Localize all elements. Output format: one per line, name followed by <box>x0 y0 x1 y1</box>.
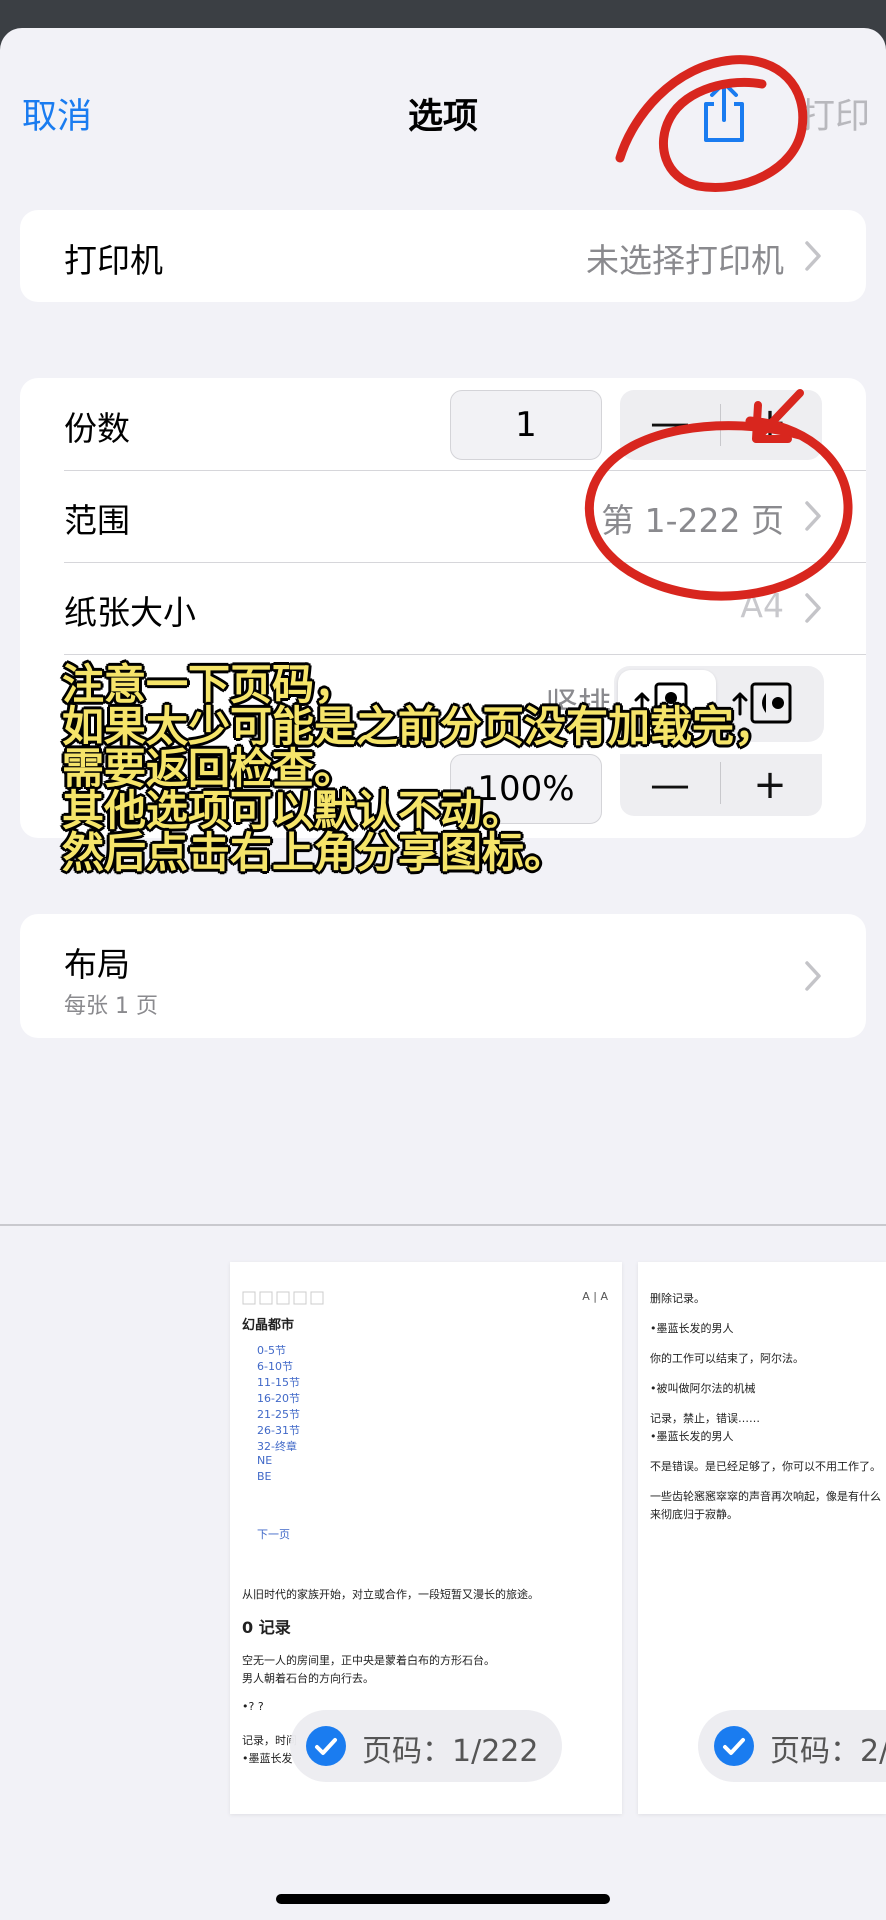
body-text: 来彻底归于寂静。 <box>650 1508 738 1521</box>
printer-label: 打印机 <box>64 241 163 280</box>
page-number-badge[interactable]: 页码：1/222 <box>290 1710 562 1782</box>
instruction-line: 需要返回检查。 <box>62 744 357 793</box>
checkmark-icon <box>306 1726 346 1766</box>
body-text: 删除记录。 <box>650 1292 705 1305</box>
preview-page-2[interactable]: 删除记录。 •墨蓝长发的男人 你的工作可以结束了，阿尔法。 •被叫做阿尔法的机械… <box>638 1262 886 1814</box>
chevron-right-icon <box>805 241 821 271</box>
printer-row[interactable]: 打印机 未选择打印机 <box>20 210 866 302</box>
annotation-circle-range <box>584 389 853 601</box>
instruction-line: 然后点击右上角分享图标。 <box>62 828 567 877</box>
instruction-line: 如果太少可能是之前分页没有加载完， <box>62 702 777 751</box>
layout-sublabel: 每张 1 页 <box>64 994 158 1019</box>
toc-item: NE <box>257 1454 273 1467</box>
layout-card[interactable]: 布局 每张 1 页 <box>20 914 866 1038</box>
toc-item: 21-25节 <box>257 1408 300 1421</box>
book-title: 幻晶都市 <box>242 1318 295 1333</box>
page-number-badge[interactable]: 页码：2/ <box>698 1710 886 1782</box>
toc-item: 32-终章 <box>257 1440 297 1453</box>
toc-item: 6-10节 <box>257 1360 293 1373</box>
body-text: 不是错误。是已经足够了，你可以不用工作了。 <box>650 1460 881 1473</box>
instruction-overlay: 注意一下页码， 如果太少可能是之前分页没有加载完， 需要返回检查。 其他选项可以… <box>62 664 776 874</box>
printer-value: 未选择打印机 <box>586 241 784 280</box>
preview-page-1[interactable]: A | A 幻晶都市 0-5节 6-10节 11-15节 16-20节 21-2… <box>230 1262 622 1814</box>
home-indicator[interactable] <box>276 1894 610 1904</box>
toc-item: 26-31节 <box>257 1424 300 1437</box>
next-page-link: 下一页 <box>257 1528 290 1541</box>
intro-text: 从旧时代的家族开始，对立或合作，一段短暂又漫长的旅途。 <box>242 1588 539 1601</box>
instruction-line: 其他选项可以默认不动。 <box>62 786 525 835</box>
page-number-label: 页码：2/ <box>770 1734 886 1769</box>
preview-divider <box>0 1224 886 1226</box>
body-text: 你的工作可以结束了，阿尔法。 <box>650 1352 804 1365</box>
body-text: 空无一人的房间里，正中央是蒙着白布的方形石台。 <box>242 1654 495 1667</box>
body-text: •墨蓝长发的男人 <box>650 1322 734 1335</box>
font-size-control: A | A <box>582 1290 608 1303</box>
body-text: 记录，时间 <box>242 1734 297 1747</box>
paper-size-label: 纸张大小 <box>64 593 196 632</box>
printer-card[interactable]: 打印机 未选择打印机 <box>20 210 866 302</box>
instruction-line: 注意一下页码， <box>62 660 357 709</box>
body-text: •被叫做阿尔法的机械 <box>650 1382 756 1395</box>
copies-label: 份数 <box>64 409 130 448</box>
checkmark-icon <box>714 1726 754 1766</box>
chevron-right-icon <box>805 961 821 991</box>
range-label: 范围 <box>64 501 130 540</box>
body-text: 男人朝着石台的方向行去。 <box>242 1672 374 1685</box>
toolbar-squares <box>242 1290 326 1305</box>
toc-item: BE <box>257 1470 272 1483</box>
layout-label: 布局 <box>64 945 130 984</box>
body-text: •? ? <box>242 1700 264 1713</box>
body-text: 一些齿轮窸窸窣窣的声音再次响起，像是有什么 <box>650 1490 881 1503</box>
row-separator <box>64 654 866 655</box>
body-text: •墨蓝长发的男人 <box>650 1430 734 1443</box>
toc-item: 0-5节 <box>257 1344 286 1357</box>
body-text: •墨蓝长发 <box>242 1752 293 1765</box>
body-text: 记录，禁止，错误…… <box>650 1412 760 1425</box>
page-number-label: 页码：1/222 <box>362 1734 539 1769</box>
toc-item: 16-20节 <box>257 1392 300 1405</box>
chapter-heading: 0 记录 <box>242 1618 291 1637</box>
annotation-circle-share <box>615 55 808 192</box>
toc-item: 11-15节 <box>257 1376 300 1389</box>
